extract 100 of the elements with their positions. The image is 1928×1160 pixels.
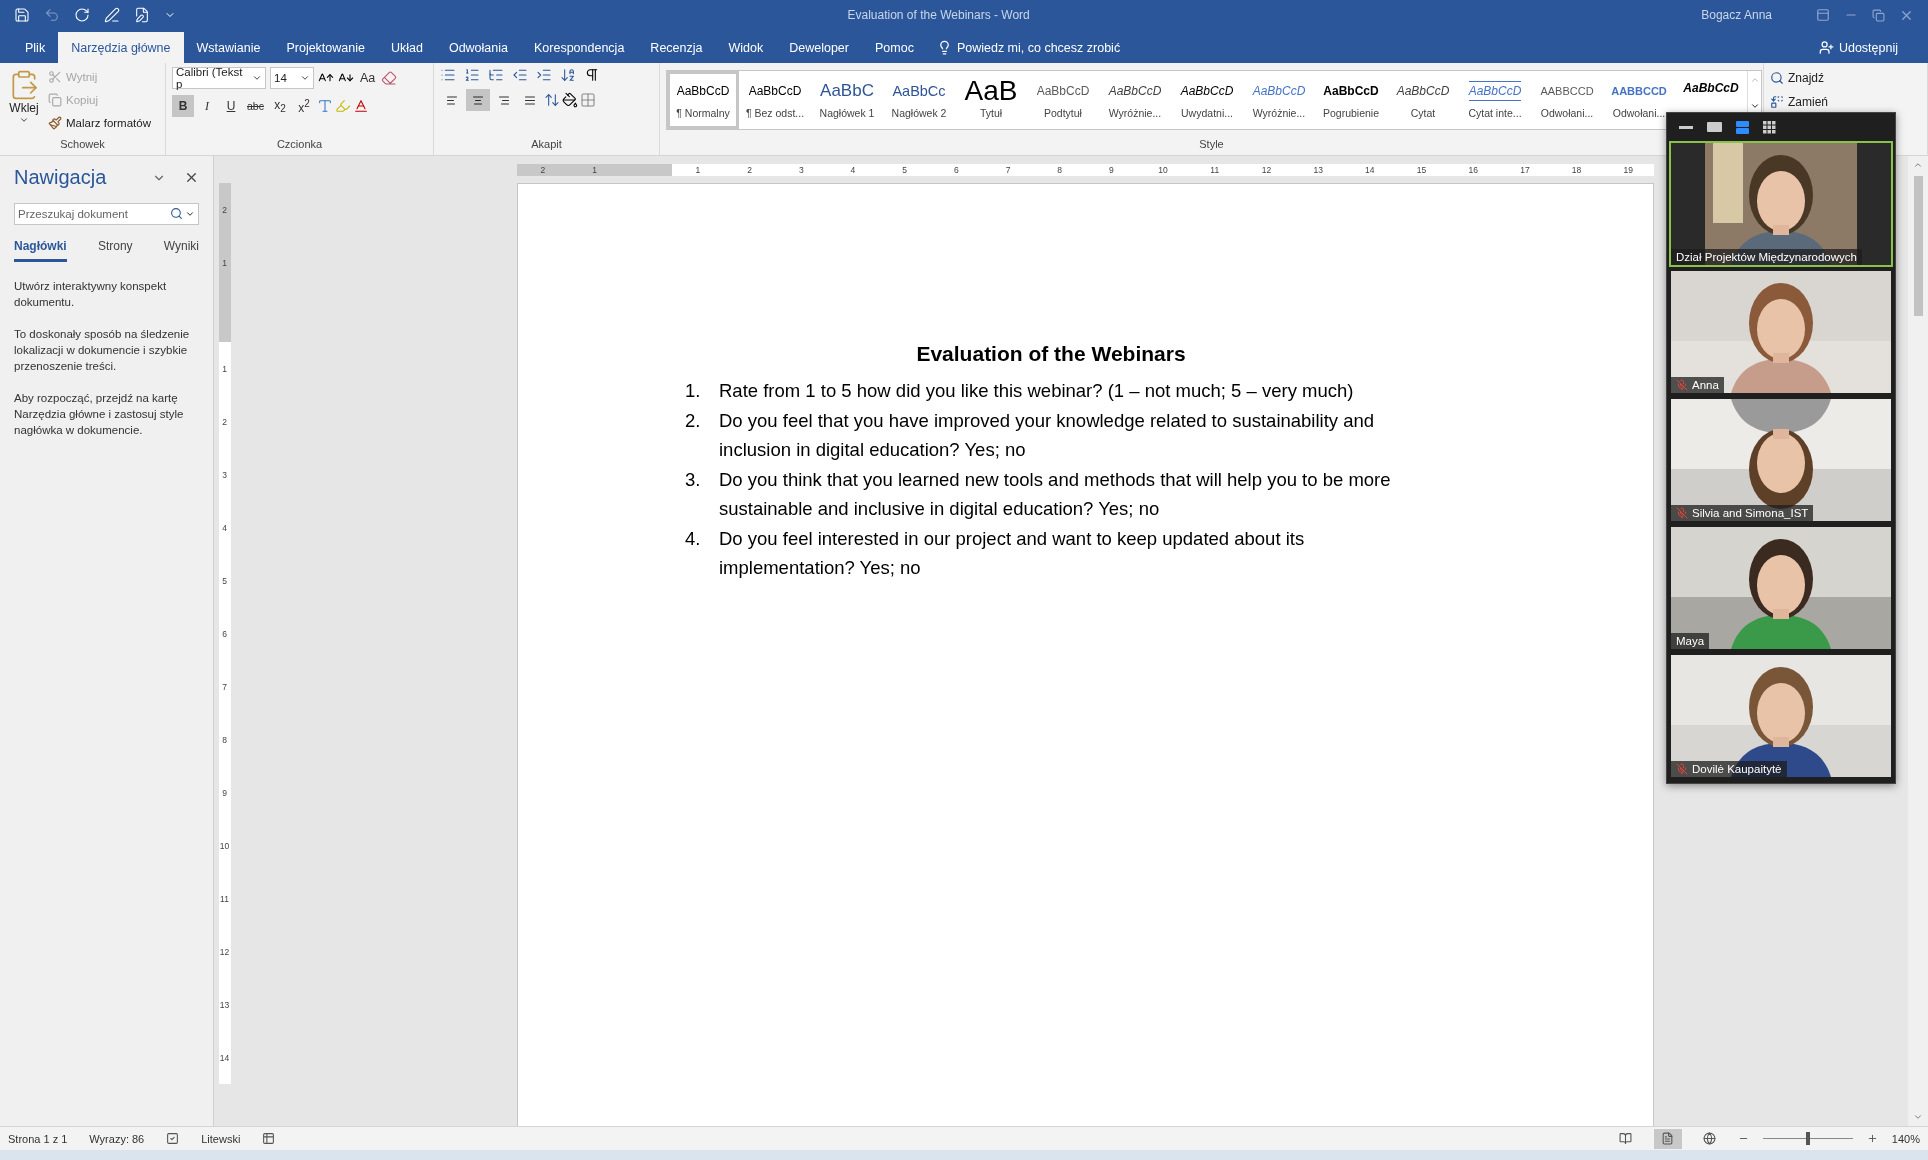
style-sample: AaBbCcD bbox=[1036, 83, 1090, 100]
format-toggle[interactable]: B bbox=[172, 95, 194, 117]
editing-action[interactable]: Zamień bbox=[1770, 91, 1921, 113]
font-name-field[interactable]: Calibri (Tekst p bbox=[172, 67, 266, 89]
ribbon-tab[interactable]: Widok bbox=[715, 32, 777, 63]
style-label: Podtytuł bbox=[1044, 107, 1082, 119]
style-label: Odwołani... bbox=[1540, 107, 1594, 119]
style-label: Nagłówek 2 bbox=[891, 107, 947, 119]
name-text: Anna bbox=[1692, 379, 1719, 391]
ruler-number: 2 bbox=[539, 163, 547, 176]
ruler-number: 1 bbox=[591, 163, 598, 176]
style-sample: AaBbCcD bbox=[1683, 80, 1739, 97]
pane-tab[interactable]: Wyniki bbox=[163, 239, 199, 262]
language-label: Litewski bbox=[201, 1132, 241, 1145]
style-sample: AABBCCD bbox=[1611, 84, 1667, 99]
pane-tab[interactable]: Nagłówki bbox=[14, 239, 67, 262]
pane-text: Utwórz interaktywny konspekt dokumentu. bbox=[14, 279, 168, 310]
ruler-number: 4 bbox=[218, 501, 231, 554]
style-item[interactable]: AABBCCD Odwołani... bbox=[1531, 71, 1603, 129]
style-item[interactable]: AaBbC Nagłówek 1 bbox=[811, 71, 883, 129]
ribbon-tab[interactable]: Odwołania bbox=[435, 32, 521, 63]
clipboard-action[interactable]: Malarz formatów bbox=[48, 113, 151, 133]
style-item[interactable]: AaBbCcD Cytat bbox=[1387, 71, 1459, 129]
style-item[interactable]: AaBbCcD bbox=[1675, 71, 1747, 105]
name-text: Silvia and Simona_IST bbox=[1692, 507, 1809, 519]
ruler-number: 14 bbox=[1344, 163, 1396, 176]
ribbon-tab[interactable]: Recenzja bbox=[637, 32, 716, 63]
ruler-number: 1 bbox=[218, 342, 231, 395]
style-item[interactable]: AaB Tytuł bbox=[955, 71, 1027, 129]
list-number: 2. bbox=[685, 408, 702, 433]
page-count: Strona 1 z 1 bbox=[8, 1132, 68, 1145]
style-item[interactable]: AaBbCcD Wyróżnie... bbox=[1099, 71, 1171, 129]
search-field[interactable]: Przeszukaj dokument bbox=[14, 203, 199, 225]
style-item[interactable]: AABBCCD Odwołani... bbox=[1603, 71, 1675, 129]
format-toggle[interactable]: abc bbox=[244, 95, 267, 117]
name-text: Dovilė Kaupaitytė bbox=[1692, 763, 1782, 775]
style-label: ¶ Bez odst... bbox=[745, 107, 805, 119]
style-item[interactable]: AaBbCcD ¶ Bez odst... bbox=[739, 71, 811, 129]
paste-button[interactable]: Wklej bbox=[6, 67, 42, 138]
format-toggle[interactable]: U bbox=[220, 95, 242, 117]
pane-text: To doskonały sposób na śledzenie lokalizacji w dokumencie i szybkie przenoszenie treści. bbox=[14, 327, 191, 374]
style-item[interactable]: AaBbCcD Uwydatni... bbox=[1171, 71, 1243, 129]
format-toggle[interactable]: x$_{2}$ bbox=[268, 95, 291, 117]
ribbon-tab[interactable]: Plik bbox=[12, 32, 59, 63]
ruler-number: 9 bbox=[218, 766, 231, 819]
share-button[interactable]: Udostępnij bbox=[1818, 32, 1898, 63]
style-label: Uwydatni... bbox=[1181, 107, 1233, 119]
ruler-number: 10 bbox=[1137, 163, 1189, 176]
group-title: Czcionka bbox=[275, 138, 324, 152]
ruler-number: 13 bbox=[218, 978, 231, 1031]
ribbon-tab[interactable]: Projektowanie bbox=[273, 32, 378, 63]
ribbon-tab[interactable]: Pomoc bbox=[862, 32, 927, 63]
tell-me-field[interactable]: Powiedz mi, co chcesz zrobić bbox=[936, 32, 1121, 63]
ribbon-tab[interactable]: Wstawianie bbox=[183, 32, 274, 63]
style-sample: AaBbCcD bbox=[1108, 83, 1162, 100]
style-label: Nagłówek 1 bbox=[819, 107, 875, 119]
style-label: Wyróżnie... bbox=[1252, 107, 1306, 119]
list-number: 1. bbox=[685, 379, 702, 403]
style-sample: AaBbCcD bbox=[1468, 81, 1522, 101]
ruler-number: 1 bbox=[672, 163, 724, 176]
pane-title: Nawigacja bbox=[14, 166, 108, 189]
style-label: Odwołani... bbox=[1612, 107, 1666, 119]
ruler-number: 3 bbox=[218, 448, 231, 501]
ruler-number: 18 bbox=[1550, 163, 1603, 176]
list-item-text: Do you feel interested in our project and want to keep updated about its implementation? Yes; no bbox=[719, 526, 1306, 580]
ruler-number: 19 bbox=[1602, 163, 1655, 176]
ribbon-tab[interactable]: Korespondencja bbox=[521, 32, 638, 63]
pane-tab[interactable]: Strony bbox=[97, 239, 133, 262]
style-label: Wyróżnie... bbox=[1108, 107, 1162, 119]
style-label: Cytat inte... bbox=[1468, 107, 1522, 119]
change-case-button[interactable]: Aa bbox=[358, 67, 378, 89]
style-item[interactable]: AaBbCcD Pogrubienie bbox=[1315, 71, 1387, 129]
style-sample: AaBbC bbox=[820, 81, 874, 101]
style-item[interactable]: AaBbCcD Podtytuł bbox=[1027, 71, 1099, 129]
ruler-number: 2 bbox=[723, 163, 776, 176]
ruler-number: 17 bbox=[1499, 163, 1551, 176]
ribbon-tab[interactable]: Układ bbox=[377, 32, 436, 63]
group-title: Akapit bbox=[530, 138, 563, 152]
format-toggle[interactable]: x$^{2}$ bbox=[292, 95, 315, 117]
user-name: Bogacz Anna bbox=[1701, 8, 1772, 22]
ruler-number: 7 bbox=[982, 163, 1034, 176]
style-item[interactable]: AaBbCcD ¶ Normalny bbox=[667, 71, 739, 129]
pane-text: Aby rozpocząć, przejdź na kartę Narzędzia główne i zastosuj style nagłówka w dokumencie. bbox=[14, 391, 185, 438]
ruler-number: 9 bbox=[1085, 163, 1138, 176]
style-item[interactable]: AaBbCcD Cytat inte... bbox=[1459, 71, 1531, 129]
ribbon-tab[interactable]: Narzędzia główne bbox=[58, 32, 184, 63]
format-toggle[interactable]: I bbox=[196, 95, 218, 117]
style-label: ¶ Normalny bbox=[676, 107, 730, 119]
style-sample: AaBbCcD bbox=[1396, 83, 1450, 100]
ruler-number: 12 bbox=[218, 925, 231, 978]
font-size-field[interactable]: 14 bbox=[270, 67, 314, 89]
list-item-text: Rate from 1 to 5 how did you like this webinar? (1 – not much; 5 – very much) bbox=[719, 379, 1355, 403]
style-item[interactable]: AaBbCcD Wyróżnie... bbox=[1243, 71, 1315, 129]
ruler-number: 7 bbox=[218, 660, 231, 713]
document-title: Evaluation of the Webinars bbox=[915, 342, 1187, 366]
ribbon-tab[interactable]: Deweloper bbox=[776, 32, 862, 63]
editing-action[interactable]: Znajdź bbox=[1770, 67, 1921, 89]
ruler-number: 2 bbox=[221, 203, 228, 217]
style-item[interactable]: AaBbCc Nagłówek 2 bbox=[883, 71, 955, 129]
style-label: Tytuł bbox=[979, 107, 1003, 119]
